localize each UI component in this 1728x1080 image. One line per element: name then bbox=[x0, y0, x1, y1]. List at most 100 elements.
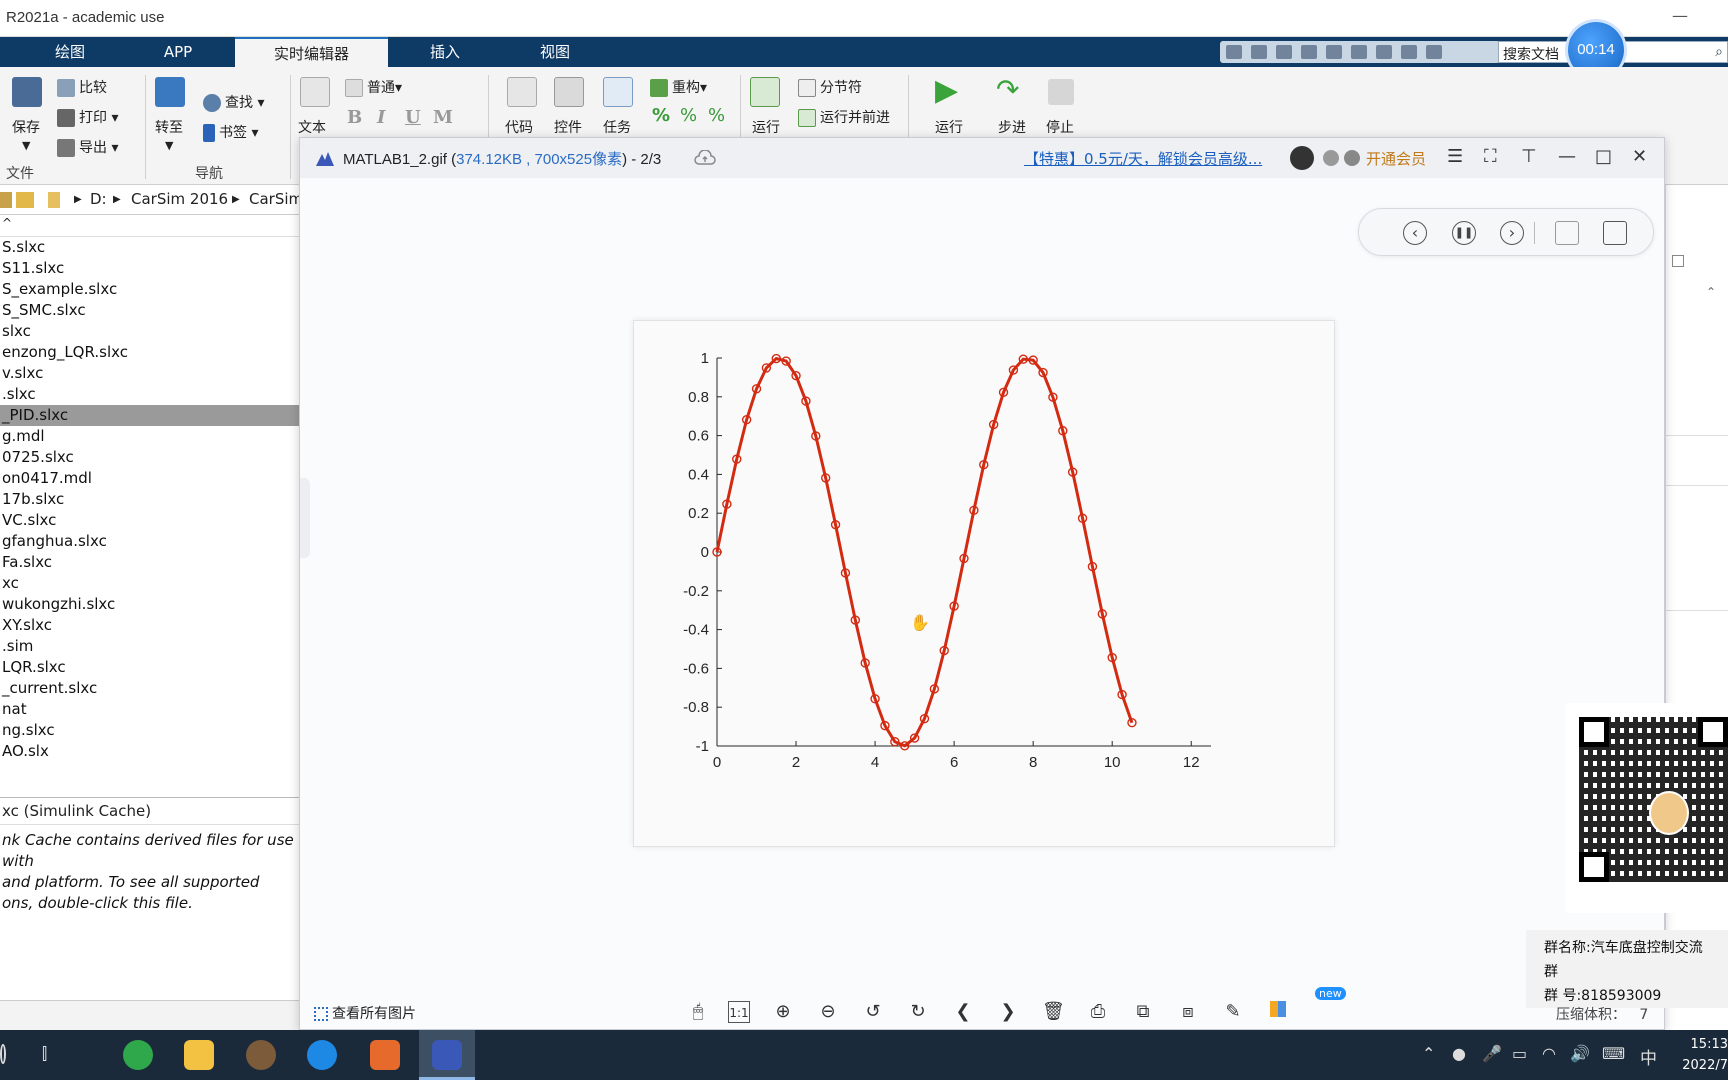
file-list-item[interactable]: v.slxc bbox=[0, 363, 300, 384]
save-icon[interactable] bbox=[12, 77, 42, 107]
view-all-images-button[interactable]: 查看所有图片 bbox=[314, 1003, 416, 1023]
switch-window-icon[interactable] bbox=[1376, 45, 1392, 59]
file-list-item[interactable]: S.slxc bbox=[0, 237, 300, 258]
file-list-item[interactable]: _PID.slxc bbox=[0, 405, 300, 426]
breadcrumb-carsim-2016[interactable]: CarSim 2016 bbox=[131, 190, 228, 208]
zoom-in-icon[interactable]: ⊕ bbox=[772, 1001, 794, 1023]
sidebar-toggle-handle[interactable] bbox=[300, 478, 310, 558]
convert-icon[interactable]: ⧉ bbox=[1132, 1001, 1154, 1023]
rotate-left-icon[interactable]: ↺ bbox=[862, 1001, 884, 1023]
file-list-item[interactable]: 0725.slxc bbox=[0, 447, 300, 468]
current-folder-address-bar[interactable]: ▶ D: ▶ CarSim 2016 ▶ CarSim bbox=[0, 185, 303, 215]
goto-dropdown-icon[interactable]: ▼ bbox=[165, 139, 173, 152]
file-list-item[interactable]: S_example.slxc bbox=[0, 279, 300, 300]
run-icon[interactable]: ▶ bbox=[935, 73, 958, 108]
file-list-item[interactable]: .slxc bbox=[0, 384, 300, 405]
print-icon[interactable]: ⎙ bbox=[1087, 1001, 1109, 1023]
rotate-right-icon[interactable]: ↻ bbox=[907, 1001, 929, 1023]
search-icon[interactable]: ⌕ bbox=[1715, 44, 1723, 60]
actual-size-button[interactable]: 1:1 bbox=[728, 1001, 750, 1023]
cut-icon[interactable] bbox=[1251, 45, 1267, 59]
next-image-icon[interactable]: ❯ bbox=[997, 1001, 1019, 1023]
save-dropdown-icon[interactable]: ▼ bbox=[22, 139, 30, 152]
maximize-panel-icon[interactable] bbox=[1672, 255, 1684, 267]
file-list-item[interactable]: AO.slx bbox=[0, 741, 300, 762]
breadcrumb-carsim[interactable]: CarSim bbox=[249, 190, 303, 208]
step-icon[interactable]: ↷ bbox=[996, 73, 1019, 106]
up-folder-icon[interactable] bbox=[0, 192, 12, 208]
tab-live-editor[interactable]: 实时编辑器 bbox=[235, 37, 388, 67]
browse-folder-icon[interactable] bbox=[16, 192, 34, 208]
file-list-item[interactable]: slxc bbox=[0, 321, 300, 342]
search-icon[interactable] bbox=[0, 1044, 6, 1064]
file-list-item[interactable]: S11.slxc bbox=[0, 258, 300, 279]
run-and-advance-button[interactable]: 运行并前进 bbox=[798, 107, 890, 127]
qq-browser-icon[interactable] bbox=[307, 1040, 337, 1070]
tab-plots[interactable]: 绘图 bbox=[30, 37, 110, 67]
previous-image-icon[interactable]: ❮ bbox=[952, 1001, 974, 1023]
zoom-out-icon[interactable]: ⊖ bbox=[817, 1001, 839, 1023]
details-panel-header[interactable]: xc (Simulink Cache) bbox=[0, 797, 300, 825]
save-icon[interactable] bbox=[1226, 45, 1242, 59]
minimize-button[interactable]: — bbox=[1672, 6, 1688, 25]
uncomment-icon[interactable]: % bbox=[680, 105, 697, 126]
pin-icon[interactable]: ⊤ bbox=[1521, 146, 1537, 167]
section-break-button[interactable]: 分节符 bbox=[798, 77, 862, 97]
menu-icon[interactable]: ☰ bbox=[1447, 146, 1463, 167]
browser-icon[interactable] bbox=[123, 1040, 153, 1070]
file-list-item[interactable]: VC.slxc bbox=[0, 510, 300, 531]
breadcrumb-drive[interactable]: D: bbox=[90, 190, 107, 208]
vip-promo-link[interactable]: 【特惠】0.5元/天，解锁会员高级... bbox=[1024, 148, 1262, 169]
save-button[interactable]: 保存 bbox=[12, 117, 40, 137]
minimize-icon[interactable]: — bbox=[1558, 146, 1576, 167]
export-button[interactable]: 导出 ▾ bbox=[57, 137, 118, 157]
save-all-frames-icon[interactable] bbox=[1603, 221, 1627, 245]
compare-button[interactable]: 比较 bbox=[57, 77, 107, 97]
file-list-item[interactable]: nat bbox=[0, 699, 300, 720]
underline-button[interactable]: U bbox=[405, 107, 421, 128]
file-list-item[interactable]: Fa.slxc bbox=[0, 552, 300, 573]
matlab-icon[interactable] bbox=[370, 1040, 400, 1070]
file-list-header[interactable]: ^ bbox=[0, 216, 300, 236]
step-button[interactable]: 步进 bbox=[998, 117, 1026, 137]
dropdown-icon[interactable] bbox=[1426, 45, 1442, 59]
image-viewer-icon[interactable] bbox=[432, 1040, 462, 1070]
file-list-item[interactable]: .sim bbox=[0, 636, 300, 657]
system-clock[interactable]: 15:13 2022/7 bbox=[1670, 1034, 1728, 1076]
tray-expand-icon[interactable]: ⌃ bbox=[1422, 1044, 1435, 1063]
apps-icon[interactable] bbox=[1267, 1001, 1289, 1023]
pause-icon[interactable]: ❚❚ bbox=[1452, 221, 1476, 245]
tab-insert[interactable]: 插入 bbox=[405, 37, 485, 67]
file-list-item[interactable]: _current.slxc bbox=[0, 678, 300, 699]
file-list-item[interactable]: xc bbox=[0, 573, 300, 594]
copy-icon[interactable] bbox=[1276, 45, 1292, 59]
file-list-item[interactable]: S_SMC.slxc bbox=[0, 300, 300, 321]
file-list-item[interactable]: gfanghua.slxc bbox=[0, 531, 300, 552]
stop-icon[interactable] bbox=[1048, 79, 1074, 105]
text-icon[interactable] bbox=[300, 77, 330, 107]
file-list-item[interactable]: 17b.slxc bbox=[0, 489, 300, 510]
edit-icon[interactable]: ✎ bbox=[1222, 1001, 1244, 1023]
redo-icon[interactable] bbox=[1351, 45, 1367, 59]
volume-icon[interactable]: 🔊 bbox=[1570, 1044, 1590, 1063]
previous-frame-icon[interactable]: ‹ bbox=[1403, 221, 1427, 245]
file-list-item[interactable]: ng.slxc bbox=[0, 720, 300, 741]
file-list-item[interactable]: wukongzhi.slxc bbox=[0, 594, 300, 615]
wrap-comment-icon[interactable]: % bbox=[708, 105, 725, 126]
bold-button[interactable]: B bbox=[347, 107, 362, 128]
bookmark-button[interactable]: 书签 ▾ bbox=[203, 122, 258, 142]
file-list-item[interactable]: g.mdl bbox=[0, 426, 300, 447]
control-button[interactable]: 控件 bbox=[554, 117, 582, 137]
monospace-button[interactable]: M bbox=[433, 107, 453, 128]
fullscreen-icon[interactable]: ⛶ bbox=[1484, 146, 1497, 167]
italic-button[interactable]: I bbox=[377, 107, 385, 128]
task-view-icon[interactable]: ⫿ bbox=[42, 1044, 47, 1064]
refactor-button[interactable]: 重构▾ bbox=[650, 77, 707, 97]
microphone-icon[interactable]: 🎤 bbox=[1482, 1044, 1502, 1063]
stop-button[interactable]: 停止 bbox=[1046, 117, 1074, 137]
task-button[interactable]: 任务 bbox=[603, 117, 631, 137]
cloud-upload-icon[interactable] bbox=[694, 150, 716, 166]
file-list-item[interactable]: enzong_LQR.slxc bbox=[0, 342, 300, 363]
carsim-icon[interactable] bbox=[246, 1040, 276, 1070]
delete-icon[interactable]: 🗑 bbox=[1042, 1001, 1065, 1023]
